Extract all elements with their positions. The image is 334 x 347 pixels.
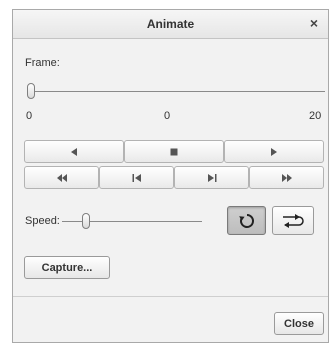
oscillate-icon	[283, 213, 304, 228]
animate-dialog: Animate × Frame: 0 0 20 Speed: Capture..…	[12, 9, 329, 343]
first-frame-icon	[132, 173, 141, 182]
step-back-button[interactable]	[24, 140, 124, 163]
last-frame-button[interactable]	[174, 166, 249, 189]
dialog-title: Animate	[146, 17, 195, 31]
stop-icon	[170, 148, 178, 155]
loop-icon	[238, 213, 254, 228]
oscillate-mode-button[interactable]	[272, 206, 314, 235]
play-icon	[271, 147, 277, 156]
last-frame-icon	[207, 173, 216, 182]
frame-min-label: 0	[26, 110, 33, 122]
fast-forward-icon	[281, 173, 292, 182]
rewind-icon	[56, 173, 67, 182]
step-back-icon	[71, 147, 77, 156]
speed-slider[interactable]	[62, 212, 202, 230]
rewind-button[interactable]	[24, 166, 99, 189]
play-button[interactable]	[224, 140, 324, 163]
dialog-titlebar[interactable]: Animate ×	[13, 10, 328, 39]
close-button[interactable]: Close	[274, 312, 324, 335]
frame-slider[interactable]	[27, 82, 325, 100]
playback-row-1	[24, 140, 324, 163]
capture-button[interactable]: Capture...	[24, 256, 110, 279]
stop-button[interactable]	[124, 140, 224, 163]
footer-divider	[13, 296, 328, 297]
loop-mode-button[interactable]	[227, 206, 266, 235]
frame-current-label: 0	[164, 110, 171, 122]
frame-label: Frame:	[25, 57, 60, 69]
fast-forward-button[interactable]	[249, 166, 324, 189]
speed-label: Speed:	[25, 215, 60, 227]
speed-slider-thumb[interactable]	[82, 213, 90, 229]
close-icon[interactable]: ×	[307, 15, 321, 31]
frame-slider-thumb[interactable]	[27, 83, 35, 99]
first-frame-button[interactable]	[99, 166, 174, 189]
frame-slider-track	[27, 91, 325, 92]
playback-row-2	[24, 166, 324, 189]
frame-max-label: 20	[309, 110, 322, 122]
